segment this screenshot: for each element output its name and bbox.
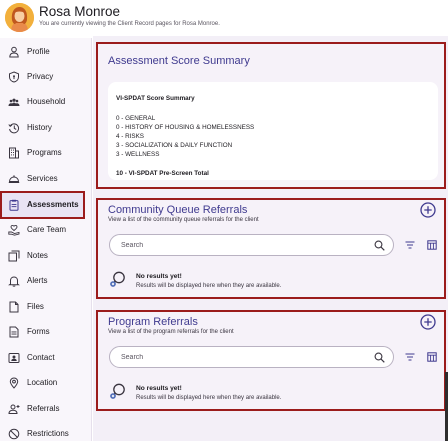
- person-add-icon: [8, 403, 20, 415]
- sidebar-item-privacy[interactable]: Privacy: [2, 65, 83, 89]
- columns-icon[interactable]: [427, 352, 437, 362]
- empty-state-title: No results yet!: [136, 385, 182, 392]
- no-results-icon: [110, 383, 125, 399]
- score-line: 3 - WELLNESS: [116, 151, 160, 158]
- sidebar-item-services[interactable]: Services: [2, 167, 83, 191]
- filter-icon[interactable]: [405, 352, 415, 362]
- client-header: Rosa Monroe You are currently viewing th…: [0, 0, 448, 36]
- sidebar-item-label: Contact: [27, 353, 55, 362]
- sidebar-item-forms[interactable]: Forms: [2, 320, 83, 344]
- sidebar-item-label: Notes: [27, 251, 48, 260]
- sidebar-item-assessments[interactable]: Assessments: [0, 191, 85, 219]
- card-description: View a list of the program referrals for…: [108, 329, 234, 335]
- search-icon[interactable]: [374, 352, 385, 363]
- empty-state-subtitle: Results will be displayed here when they…: [136, 283, 282, 289]
- search-icon[interactable]: [374, 240, 385, 251]
- card-title: Assessment Score Summary: [108, 55, 250, 67]
- sidebar-item-notes[interactable]: Notes: [2, 244, 83, 268]
- clipboard-icon: [8, 199, 20, 211]
- score-line: 0 - HISTORY OF HOUSING & HOMELESSNESS: [116, 124, 255, 131]
- sidebar-item-label: Profile: [27, 47, 50, 56]
- sidebar-item-programs[interactable]: Programs: [2, 141, 83, 165]
- shield-icon: [8, 71, 20, 83]
- group-icon: [8, 96, 20, 108]
- sidebar-item-label: Alerts: [27, 276, 48, 285]
- sidebar-item-label: Files: [27, 302, 44, 311]
- add-circle-icon[interactable]: [420, 314, 436, 330]
- sidebar-item-label: Household: [27, 97, 66, 106]
- bell-icon: [8, 275, 20, 287]
- sidebar-item-history[interactable]: History: [2, 116, 83, 140]
- sidebar-item-alerts[interactable]: Alerts: [2, 269, 83, 293]
- add-circle-icon[interactable]: [420, 202, 436, 218]
- search-field[interactable]: [109, 346, 394, 368]
- score-line: 0 - GENERAL: [116, 115, 156, 122]
- sidebar-item-files[interactable]: Files: [2, 295, 83, 319]
- building-icon: [8, 147, 20, 159]
- sidebar-item-label: History: [27, 123, 52, 132]
- sidebar-item-referrals[interactable]: Referrals: [2, 397, 83, 421]
- search-field[interactable]: [109, 234, 394, 256]
- form-icon: [8, 326, 20, 338]
- sidebar-item-label: Care Team: [27, 225, 66, 234]
- score-summary-box: VI-SPDAT Score Summary 0 - GENERAL 0 - H…: [108, 82, 438, 180]
- assessment-summary-card: Assessment Score Summary VI-SPDAT Score …: [96, 42, 446, 189]
- care-team-icon: [8, 224, 20, 236]
- concierge-bell-icon: [8, 173, 20, 185]
- sidebar-item-label: Forms: [27, 327, 50, 336]
- location-pin-icon: [8, 377, 20, 389]
- restriction-icon: [8, 428, 20, 440]
- card-title: Program Referrals: [108, 316, 198, 328]
- card-title: Community Queue Referrals: [108, 204, 248, 216]
- sidebar-item-label: Services: [27, 174, 58, 183]
- score-summary-heading: VI-SPDAT Score Summary: [116, 95, 195, 102]
- program-referrals-card: Program Referrals View a list of the pro…: [96, 310, 446, 411]
- history-icon: [8, 122, 20, 134]
- contact-card-icon: [8, 352, 20, 364]
- main-content: Assessment Score Summary VI-SPDAT Score …: [93, 36, 448, 441]
- score-line: 3 - SOCIALIZATION & DAILY FUNCTION: [116, 142, 233, 149]
- columns-icon[interactable]: [427, 240, 437, 250]
- sidebar-item-contact[interactable]: Contact: [2, 346, 83, 370]
- client-subtitle: You are currently viewing the Client Rec…: [39, 21, 220, 27]
- file-icon: [8, 301, 20, 313]
- community-queue-referrals-card: Community Queue Referrals View a list of…: [96, 198, 446, 299]
- sidebar-item-label: Programs: [27, 148, 62, 157]
- sidebar-item-location[interactable]: Location: [2, 371, 83, 395]
- filter-icon[interactable]: [405, 240, 415, 250]
- sidebar-item-label: Referrals: [27, 404, 60, 413]
- notes-icon: [8, 250, 20, 262]
- sidebar-item-household[interactable]: Household: [2, 90, 83, 114]
- avatar: [5, 3, 34, 32]
- score-line: 4 - RISKS: [116, 133, 144, 140]
- sidebar-item-care-team[interactable]: Care Team: [2, 218, 83, 242]
- client-name: Rosa Monroe: [39, 4, 121, 19]
- sidebar-item-label: Restrictions: [27, 429, 69, 438]
- search-input[interactable]: [121, 352, 361, 363]
- sidebar-item-restrictions[interactable]: Restrictions: [2, 422, 83, 441]
- score-total: 10 - VI-SPDAT Pre-Screen Total: [116, 170, 209, 177]
- empty-state-subtitle: Results will be displayed here when they…: [136, 395, 282, 401]
- sidebar-nav: Profile Privacy Household History Progra…: [0, 38, 92, 441]
- sidebar-item-profile[interactable]: Profile: [2, 40, 83, 64]
- empty-state-title: No results yet!: [136, 273, 182, 280]
- no-results-icon: [110, 271, 125, 287]
- sidebar-item-label: Assessments: [27, 200, 79, 209]
- card-description: View a list of the community queue refer…: [108, 217, 259, 223]
- person-icon: [8, 46, 20, 58]
- sidebar-item-label: Location: [27, 378, 58, 387]
- sidebar-item-label: Privacy: [27, 72, 54, 81]
- search-input[interactable]: [121, 240, 361, 251]
